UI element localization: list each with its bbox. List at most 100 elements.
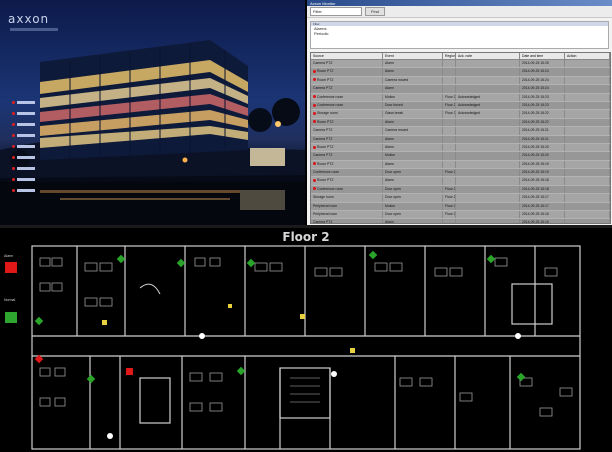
cell-region: Floor 2 [443,194,456,202]
cell-text: Door open [385,186,401,191]
table-row[interactable]: Room PTZ Alarm 2014-09-25 15:24 [311,68,610,77]
cell-text: Floor 2 [445,186,456,191]
floor-selector[interactable]: Floor 1 Floor 2 Floor 3 Floor 4 Floor 5 Floor… [12,98,38,197]
cell-source: Camera PTZ [311,135,383,143]
alarm-icon [313,179,316,183]
cell-time: 2014-09-25 15:21 [520,135,565,143]
cell-text: 2014-09-25 15:24 [522,77,549,82]
floor-indicator-icon [12,167,15,170]
cell-text: Storage room [317,111,338,116]
cell-region: Floor 2 [443,169,456,177]
col-note[interactable]: Ack. note [456,53,520,59]
table-row[interactable]: Storage room Glass break Floor 2 Acknowledg… [311,110,610,119]
table-row[interactable]: Room PTZ Alarm 2014-09-25 15:19 [311,160,610,170]
cell-action [565,143,610,152]
alarm-icon [313,162,316,166]
cell-note: Acknowledged [456,101,520,110]
cell-text: Alarm [385,220,394,224]
cell-time: 2014-09-25 15:22 [520,110,565,118]
cell-time: 2014-09-25 15:24 [520,76,565,85]
col-region[interactable]: Region [443,53,456,59]
cell-text: Floor 2 [445,111,456,116]
cell-source: Peripheral room [311,202,383,211]
cell-time: 2014-09-25 15:23 [520,93,565,101]
table-row[interactable]: Camera PTZ Camera moved 2014-09-25 15:21 [311,127,610,136]
cell-source: Camera PTZ [311,60,383,68]
col-event[interactable]: Event [383,53,443,59]
table-row[interactable]: Peripheral room Door open Floor 2 2014-09-2… [311,211,610,220]
filter-line-periodic[interactable]: Periodic [311,31,608,36]
cell-source: Room PTZ [311,177,383,185]
cell-action [565,219,610,223]
alarm-icon [313,187,316,191]
floor-indicator-icon [12,178,15,181]
table-row[interactable]: Camera PTZ Motion 2014-09-25 15:20 [311,152,610,161]
cell-region [443,152,456,160]
floor-item[interactable]: Floor 9 [12,186,38,195]
cell-note [456,68,520,76]
cell-text: Floor 2 [445,170,456,175]
col-action[interactable]: Action [565,53,610,59]
cell-note [456,135,520,143]
cell-region [443,160,456,169]
cell-text: Camera PTZ [313,61,333,65]
floor-plan-map[interactable] [0,228,612,452]
table-body: Camera PTZ Alarm 2014-09-25 15:25 Room PTZ A… [311,60,610,224]
table-row[interactable]: Camera PTZ Alarm 2014-09-25 15:21 [311,135,610,144]
table-row[interactable]: Conference room Door open Floor 2 2014-09-2… [311,169,610,178]
cell-source: Room PTZ [311,160,383,169]
floor-item[interactable]: Floor 7 [12,164,38,173]
col-source[interactable]: Source [311,53,383,59]
cell-text: Acknowledged [458,102,481,107]
cell-text: Alarm [385,61,394,65]
table-row[interactable]: Camera PTZ Alarm 2014-09-25 15:25 [311,60,610,69]
table-row[interactable]: Camera PTZ Alarm 2014-09-25 15:16 [311,219,610,224]
cell-note [456,143,520,152]
floor-item[interactable]: Floor 6 [12,153,38,162]
table-row[interactable]: Room PTZ Alarm 2014-09-25 15:18 [311,177,610,186]
cell-event: Door open [383,185,443,194]
cell-event: Door open [383,169,443,177]
cell-action [565,127,610,135]
floor-indicator-icon [12,101,15,104]
floor-item[interactable]: Floor 2 [12,109,38,118]
table-row[interactable]: Conference room Door forced Floor 2 Acknowl… [311,101,610,111]
cell-source: Room PTZ [311,68,383,76]
cell-event: Door forced [383,101,443,110]
floor-item[interactable]: Floor 1 [12,98,38,107]
floor-item[interactable]: Floor 4 [12,131,38,140]
cell-text: 2014-09-25 15:18 [522,178,549,183]
cell-note [456,194,520,202]
floor-label: Floor 8 [17,178,35,181]
table-row[interactable]: Camera PTZ Alarm 2014-09-25 15:24 [311,85,610,94]
floor-item[interactable]: Floor 3 [12,120,38,129]
cell-action [565,211,610,219]
cell-text: Camera PTZ [313,136,333,141]
cell-region [443,143,456,152]
event-window: Axxon Monitor Filter Find Filter Alarms … [307,0,612,225]
table-row[interactable]: Room PTZ Camera moved 2014-09-25 15:24 [311,76,610,86]
cell-time: 2014-09-25 15:25 [520,60,565,68]
search-input[interactable]: Filter [310,7,362,16]
table-row[interactable]: Conference room Door open Floor 2 2014-09-2… [311,185,610,195]
table-row[interactable]: Peripheral room Motion Floor 2 2014-09-25 1… [311,202,610,212]
table-row[interactable]: Conference room Motion Floor 2 Acknowledged… [311,93,610,102]
cell-text: Acknowledged [458,94,481,99]
table-row[interactable]: Storage room Door open Floor 2 2014-09-25 1… [311,194,610,203]
cell-time: 2014-09-25 15:21 [520,127,565,135]
floor-item[interactable]: Floor 8 [12,175,38,184]
cell-text: Floor 2 [445,203,456,208]
cell-text: 2014-09-25 15:19 [522,170,549,175]
cell-action [565,194,610,202]
table-row[interactable]: Room PTZ Alarm 2014-09-25 15:22 [311,118,610,128]
table-row[interactable]: Room PTZ Alarm 2014-09-25 15:20 [311,143,610,153]
cell-event: Alarm [383,219,443,224]
find-button[interactable]: Find [365,7,385,16]
cell-source: Peripheral room [311,211,383,219]
cell-action [565,68,610,76]
floor-item[interactable]: Floor 5 [12,142,38,151]
cell-action [565,202,610,211]
cell-text: Camera PTZ [313,86,333,91]
col-time[interactable]: Date and time [520,53,565,59]
cell-note [456,85,520,93]
